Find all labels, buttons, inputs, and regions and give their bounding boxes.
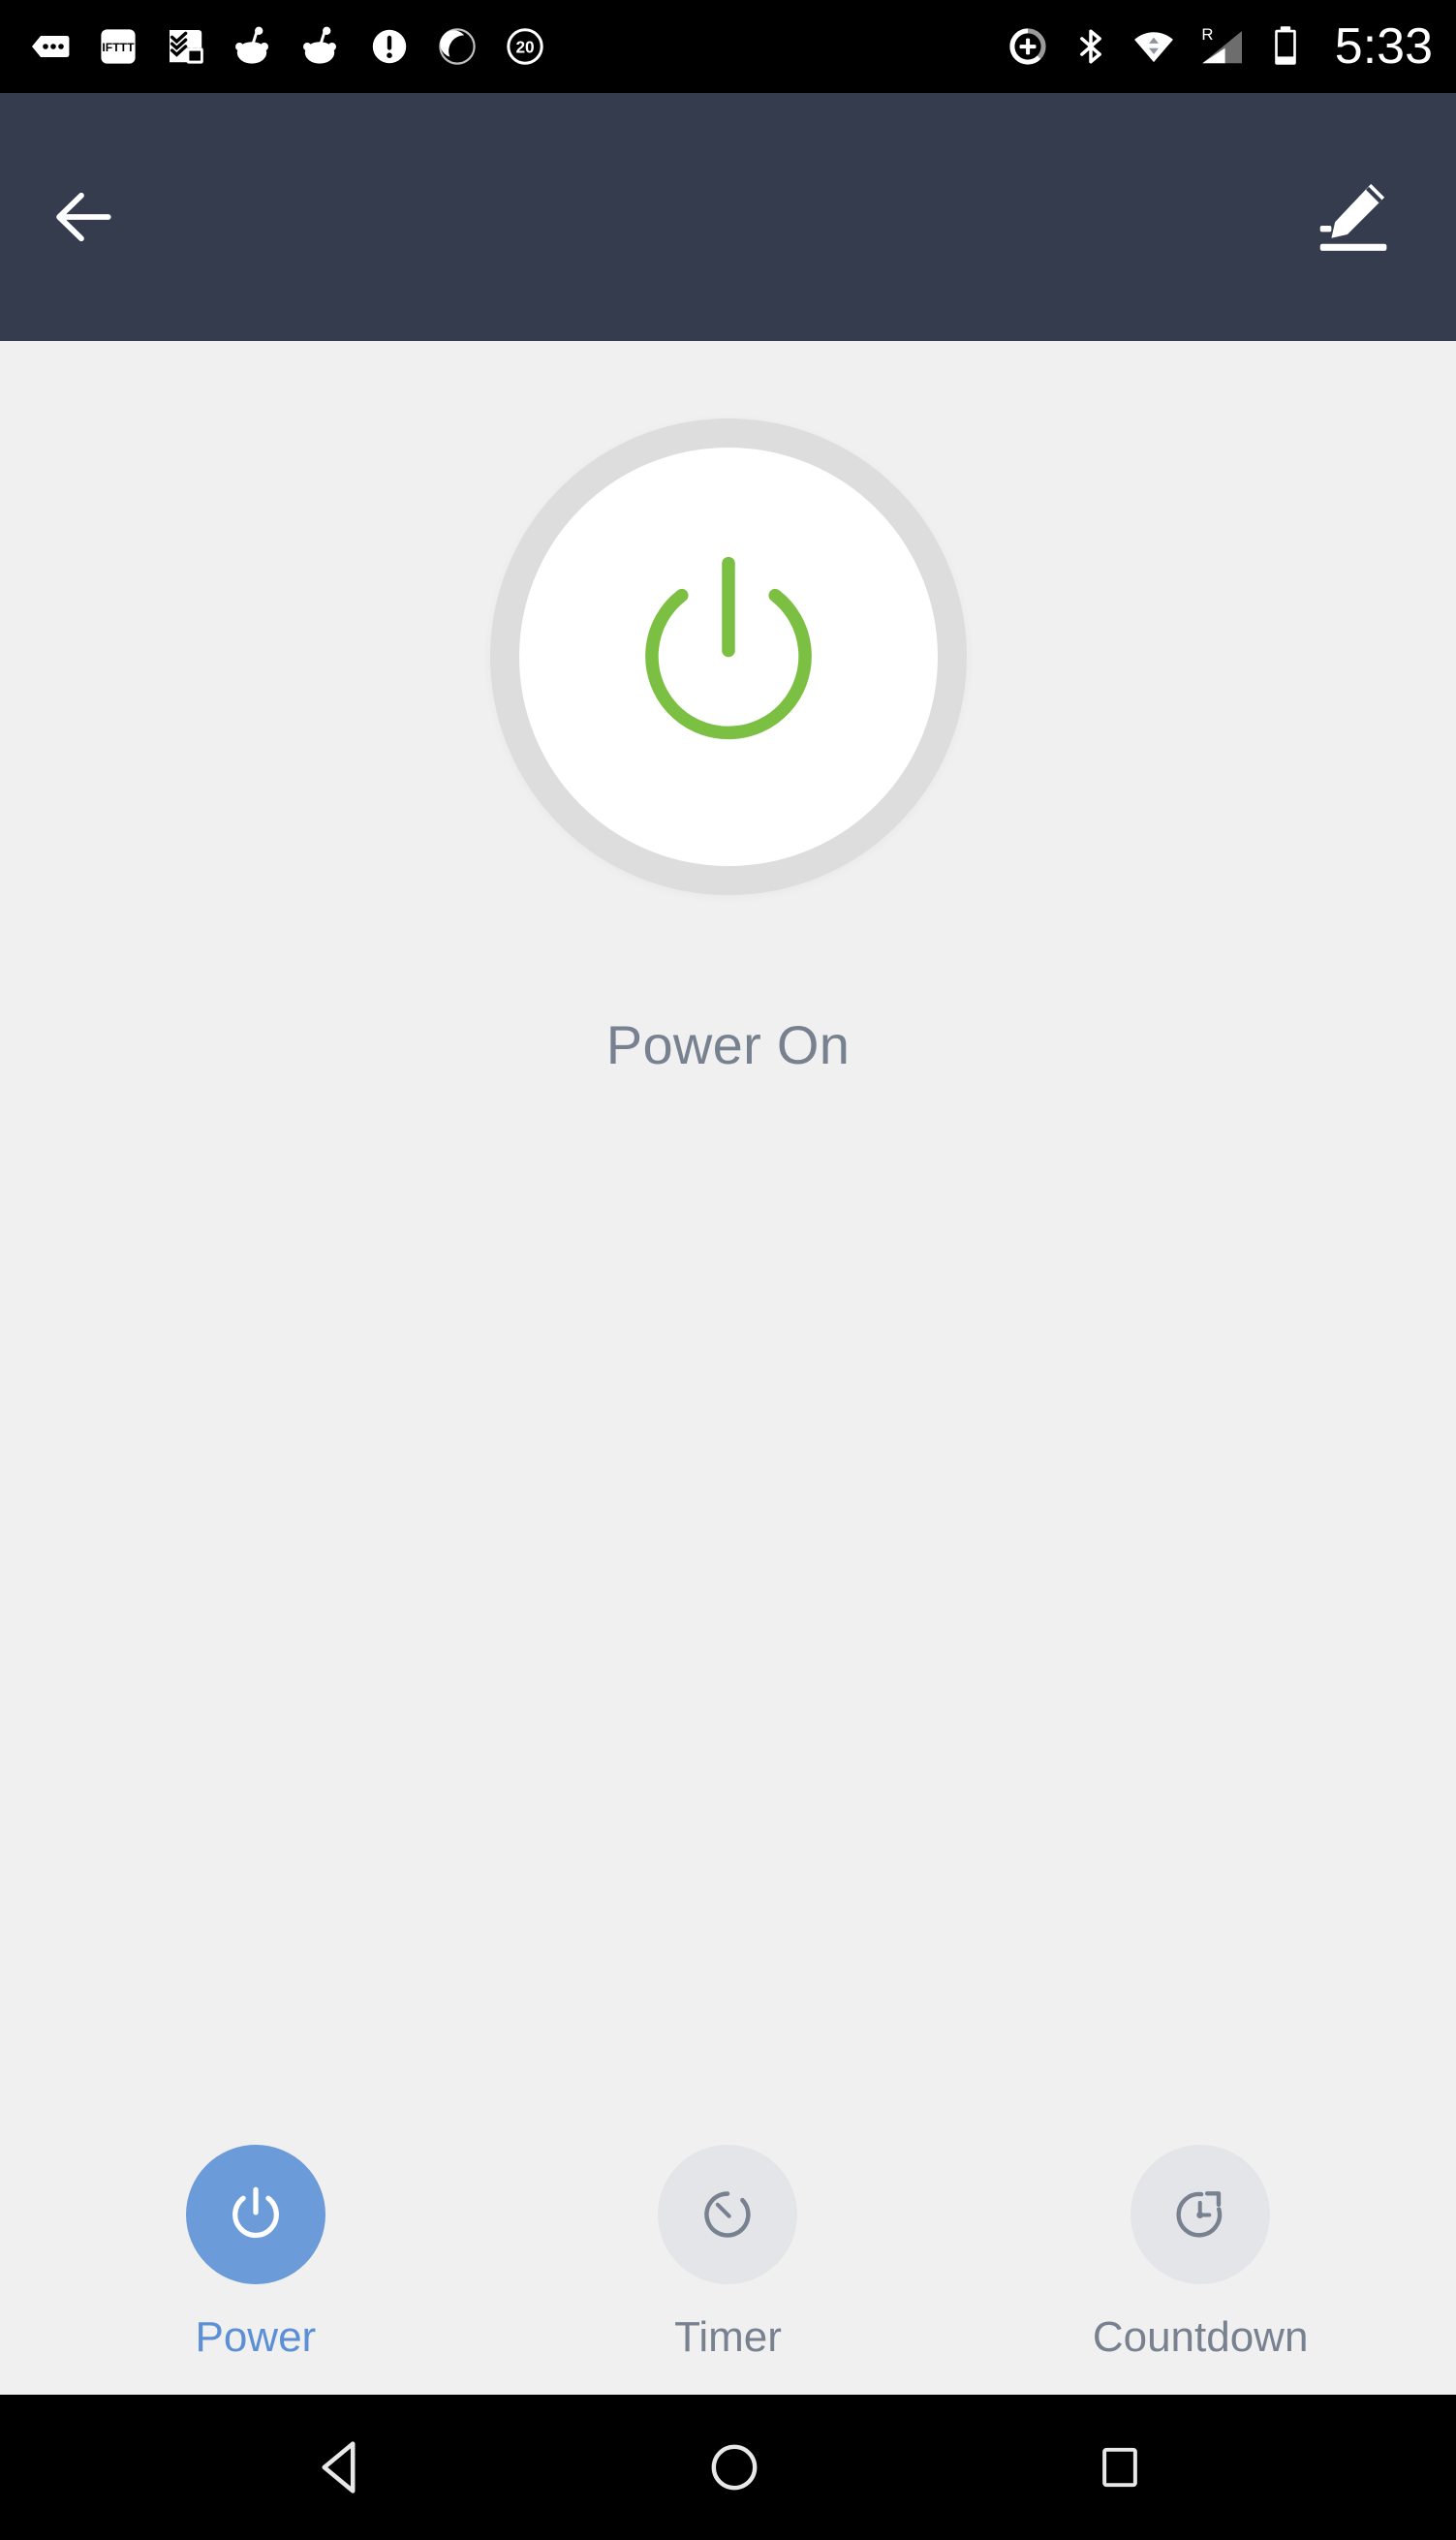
timer-icon <box>704 2191 752 2238</box>
exclamation-circle-icon <box>366 23 413 70</box>
main-content: Power On Power Timer Countdown <box>0 341 1456 2395</box>
tab-timer-label: Timer <box>674 2313 782 2361</box>
tab-power-label: Power <box>195 2313 317 2361</box>
badge-20-icon: 20 <box>502 23 548 70</box>
tab-countdown-label: Countdown <box>1092 2313 1309 2361</box>
arrow-left-icon <box>56 192 111 242</box>
square-recents-icon <box>1101 2447 1137 2488</box>
svg-text:R: R <box>1201 25 1213 44</box>
status-notification-icons: IFTTT 20 <box>27 23 548 70</box>
battery-icon <box>1269 23 1302 70</box>
status-system-icons: R 5:33 <box>1006 21 1433 72</box>
nav-home-button[interactable] <box>704 2437 764 2497</box>
back-button[interactable] <box>48 181 120 253</box>
checklist-icon <box>163 23 209 70</box>
pencil-edit-icon <box>1319 183 1387 251</box>
power-section: Power On <box>0 418 1456 1076</box>
tab-countdown-circle <box>1131 2145 1271 2284</box>
tab-power[interactable]: Power <box>110 2145 401 2362</box>
reddit-icon-2 <box>298 23 345 70</box>
bottom-tab-bar: Power Timer Countdown <box>0 2145 1456 2362</box>
tab-power-circle <box>185 2145 325 2284</box>
tab-timer-circle <box>658 2145 798 2284</box>
countdown-icon <box>1176 2191 1223 2238</box>
svg-text:IFTTT: IFTTT <box>102 41 135 54</box>
wifi-icon <box>1131 24 1176 69</box>
bluetooth-icon <box>1069 25 1112 68</box>
phone-screen: IFTTT 20 R 5:33 Power On Power Timer Cou… <box>0 0 1456 2540</box>
svg-text:20: 20 <box>515 38 534 57</box>
edit-button[interactable] <box>1311 173 1398 261</box>
android-nav-bar <box>0 2395 1456 2540</box>
nav-back-button[interactable] <box>310 2434 376 2500</box>
app-bar <box>0 93 1456 343</box>
tab-countdown[interactable]: Countdown <box>1055 2145 1346 2362</box>
triangle-back-icon <box>321 2441 355 2494</box>
tab-timer[interactable]: Timer <box>582 2145 873 2362</box>
power-toggle-button[interactable] <box>489 418 967 895</box>
data-saver-icon <box>1006 24 1050 69</box>
moon-icon <box>434 23 480 70</box>
circle-home-icon <box>711 2444 757 2491</box>
nav-recents-button[interactable] <box>1093 2440 1147 2494</box>
power-icon <box>232 2186 279 2239</box>
power-icon <box>644 556 812 740</box>
power-status-text: Power On <box>605 1014 851 1075</box>
ifttt-icon: IFTTT <box>95 23 141 70</box>
status-clock: 5:33 <box>1334 18 1433 75</box>
cellular-signal-icon: R <box>1195 23 1250 70</box>
reddit-icon-1 <box>231 23 277 70</box>
tag-dots-icon <box>27 23 74 70</box>
status-bar: IFTTT 20 R 5:33 <box>0 0 1456 93</box>
